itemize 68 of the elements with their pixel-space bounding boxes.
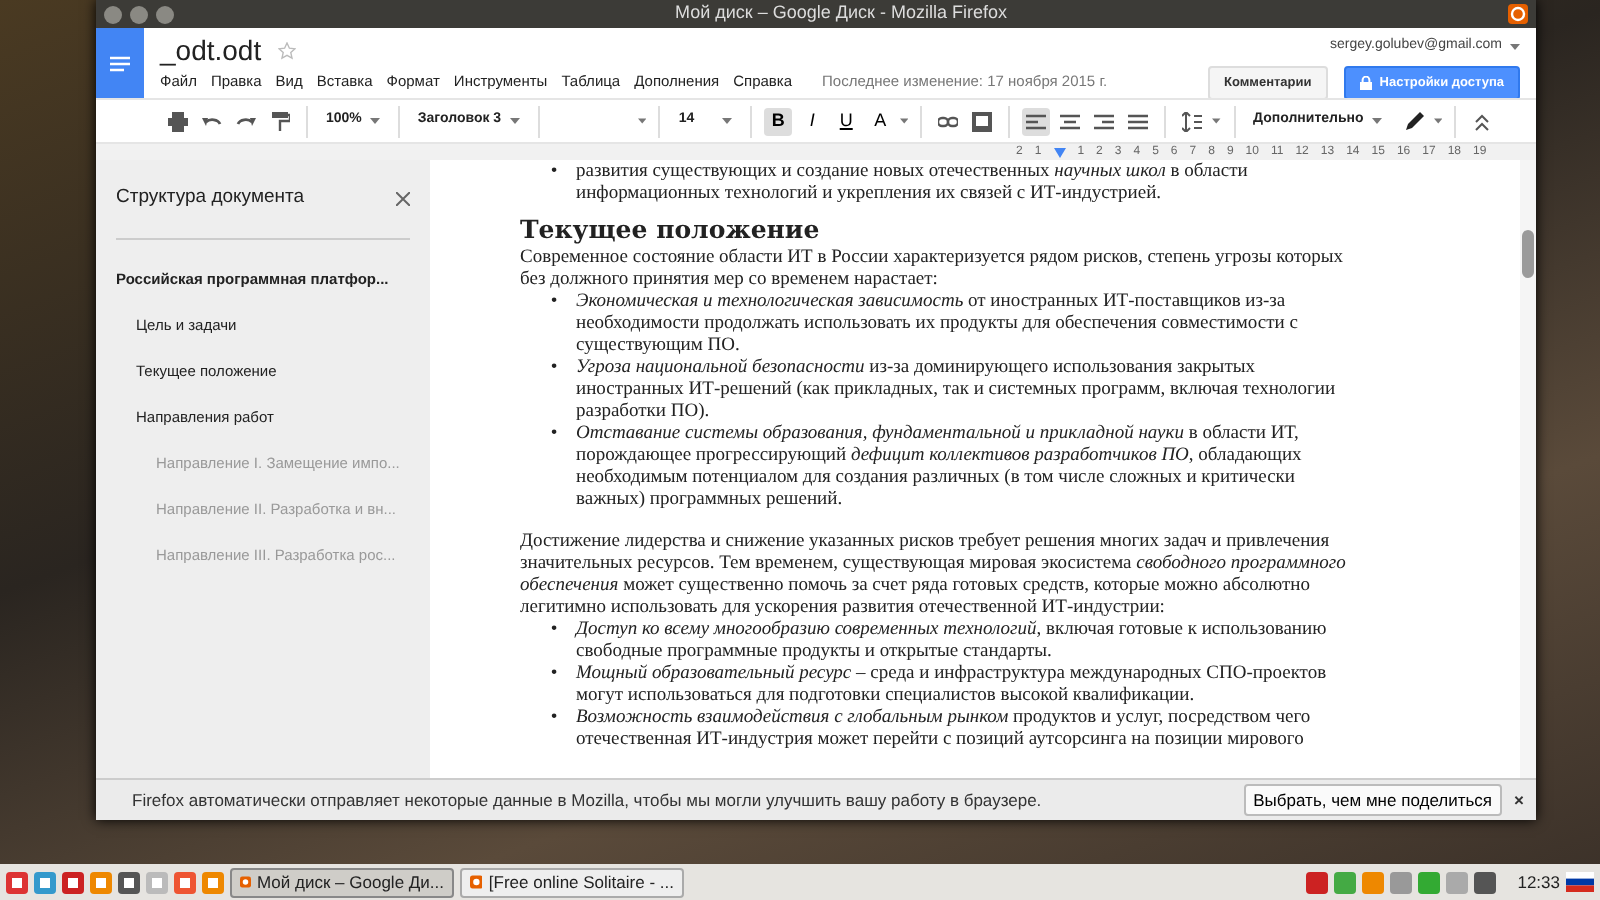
underline-button[interactable]: U [832, 107, 861, 135]
align-left-button[interactable] [1022, 107, 1051, 135]
bullet-marker: • [548, 292, 560, 316]
indent-marker-icon[interactable] [1053, 147, 1066, 157]
section-heading: Текущее положение [520, 214, 822, 244]
bold-button[interactable]: B [764, 107, 793, 135]
bullet-item: Доступ ко всему многообразию современных технологий, включая готовые к использованию свободные программные продукты и открытые стандарты. [576, 620, 1329, 664]
close-button[interactable]: × [1514, 787, 1524, 813]
close-icon[interactable] [396, 192, 410, 206]
caret-icon[interactable] [1510, 43, 1520, 50]
document-title[interactable]: _odt.odt [160, 34, 262, 66]
window-title: Мой диск – Google Диск - Mozilla Firefox [673, 0, 1009, 27]
maximize-icon[interactable] [130, 5, 148, 23]
bullet-item: Мощный образовательный ресурс – среда и инфраструктура международных СПО-проектов могут использоваться для подготовки специалистов высокой квалификации. [576, 664, 1329, 708]
pencil-icon[interactable] [1403, 111, 1424, 131]
launcher-icon[interactable] [62, 871, 84, 893]
minimize-icon[interactable] [156, 5, 174, 23]
bullet-item: развития существующих и создание новых отечественных научных школ в области информационных технологий и укрепления их связей с ИТ-индустрией. [576, 162, 1250, 206]
line-spacing-icon[interactable] [1182, 111, 1203, 131]
bullet-item: Отставание системы образования, фундаментальной и прикладной науки в области ИТ, порождающее прогрессирующий дефицит коллективов разработчиков ПО, обладающих необходимым потенциалом для создания различных (в том числе сложных и критически важных) программных решений. [576, 424, 1304, 512]
caret-icon[interactable] [900, 118, 909, 124]
bullet-marker: • [548, 358, 560, 382]
launcher-icon[interactable] [118, 871, 140, 893]
paragraph: Достижение лидерства и снижение указанных рисков требует решения многих задач и привлечения значительных ресурсов. Тем временем, существующая мировая экосистема свободного программного обеспечения может существенно помочь за счет ряда готовых средств, которые можно абсолютно легитимно использовать для ускорения развития отечественной ИТ-индустрии: [520, 532, 1348, 620]
bullet-marker: • [548, 664, 560, 688]
docs-logo-icon[interactable] [96, 28, 144, 98]
tray-icon[interactable] [1305, 871, 1328, 893]
bullet-marker: • [548, 620, 560, 644]
italic-button[interactable]: I [798, 107, 827, 135]
caret-icon[interactable] [1433, 118, 1442, 124]
taskbar-task[interactable]: [Free online Solitaire - ... [460, 867, 684, 897]
align-justify-icon [1128, 113, 1149, 129]
bullet-item: Экономическая и технологическая зависимость от иностранных ИТ-поставщиков из-за необходимости продолжать использовать их продукты для обеспечения совместимости с существующим ПО. [576, 292, 1300, 358]
caret-icon[interactable] [1371, 118, 1382, 124]
scrollbar-thumb[interactable] [1522, 230, 1534, 278]
paragraph: Современное состояние области ИТ в России характеризуется рядом рисков, степень угрозы которых без должного принятия мер со временем нарастает: [520, 248, 1346, 292]
align-left-icon [1026, 113, 1047, 129]
taskbar-task[interactable]: Мой диск – Google Ди... [230, 867, 454, 897]
caret-icon[interactable] [369, 118, 380, 124]
star-icon[interactable] [277, 41, 296, 59]
launcher-icon[interactable] [6, 871, 28, 893]
lock-icon [1359, 75, 1372, 90]
align-right-icon [1094, 113, 1115, 129]
bullet-marker: • [548, 162, 560, 186]
caret-icon[interactable] [638, 118, 647, 124]
notification-text: Firefox автоматически отправляет некоторые данные в Mozilla, чтобы мы могли улучшить вашу работу в браузере. [132, 787, 1044, 813]
link-icon[interactable] [938, 111, 959, 131]
collapse-icon[interactable] [1472, 111, 1492, 131]
flag-icon[interactable] [1566, 872, 1594, 892]
caret-icon[interactable] [722, 118, 733, 124]
bullet-marker: • [548, 424, 560, 448]
close-icon[interactable] [104, 5, 122, 23]
bullet-item: Возможность взаимодействия с глобальным рынком продуктов и услуг, посредством чего отечественная ИТ-индустрия может перейти с позиций аутсорсинга на позиции мирового [576, 708, 1313, 752]
bullet-item: Угроза национальной безопасности из-за доминирующего использования закрытых иностранных ИТ-решений (как прикладных, так и системных программ, включая технологии разработки ПО). [576, 358, 1338, 424]
text-color-button[interactable]: A [866, 107, 895, 135]
choose-sharing-button[interactable]: Выбрать, чем мне поделиться [1243, 783, 1503, 817]
tray-icon[interactable] [1473, 871, 1496, 893]
paint-roller-icon[interactable] [270, 111, 290, 131]
outline-title: Структура документа [116, 184, 305, 213]
caret-icon[interactable] [1212, 118, 1222, 124]
launcher-icon[interactable] [174, 871, 196, 893]
comment-icon[interactable] [972, 111, 993, 131]
bullet-marker: • [548, 708, 560, 732]
clock[interactable]: 12:33 [1517, 869, 1560, 895]
launcher-icon[interactable] [34, 871, 56, 893]
caret-icon[interactable] [509, 118, 520, 124]
align-center-icon [1060, 113, 1081, 129]
scrollbar[interactable] [1520, 160, 1536, 778]
